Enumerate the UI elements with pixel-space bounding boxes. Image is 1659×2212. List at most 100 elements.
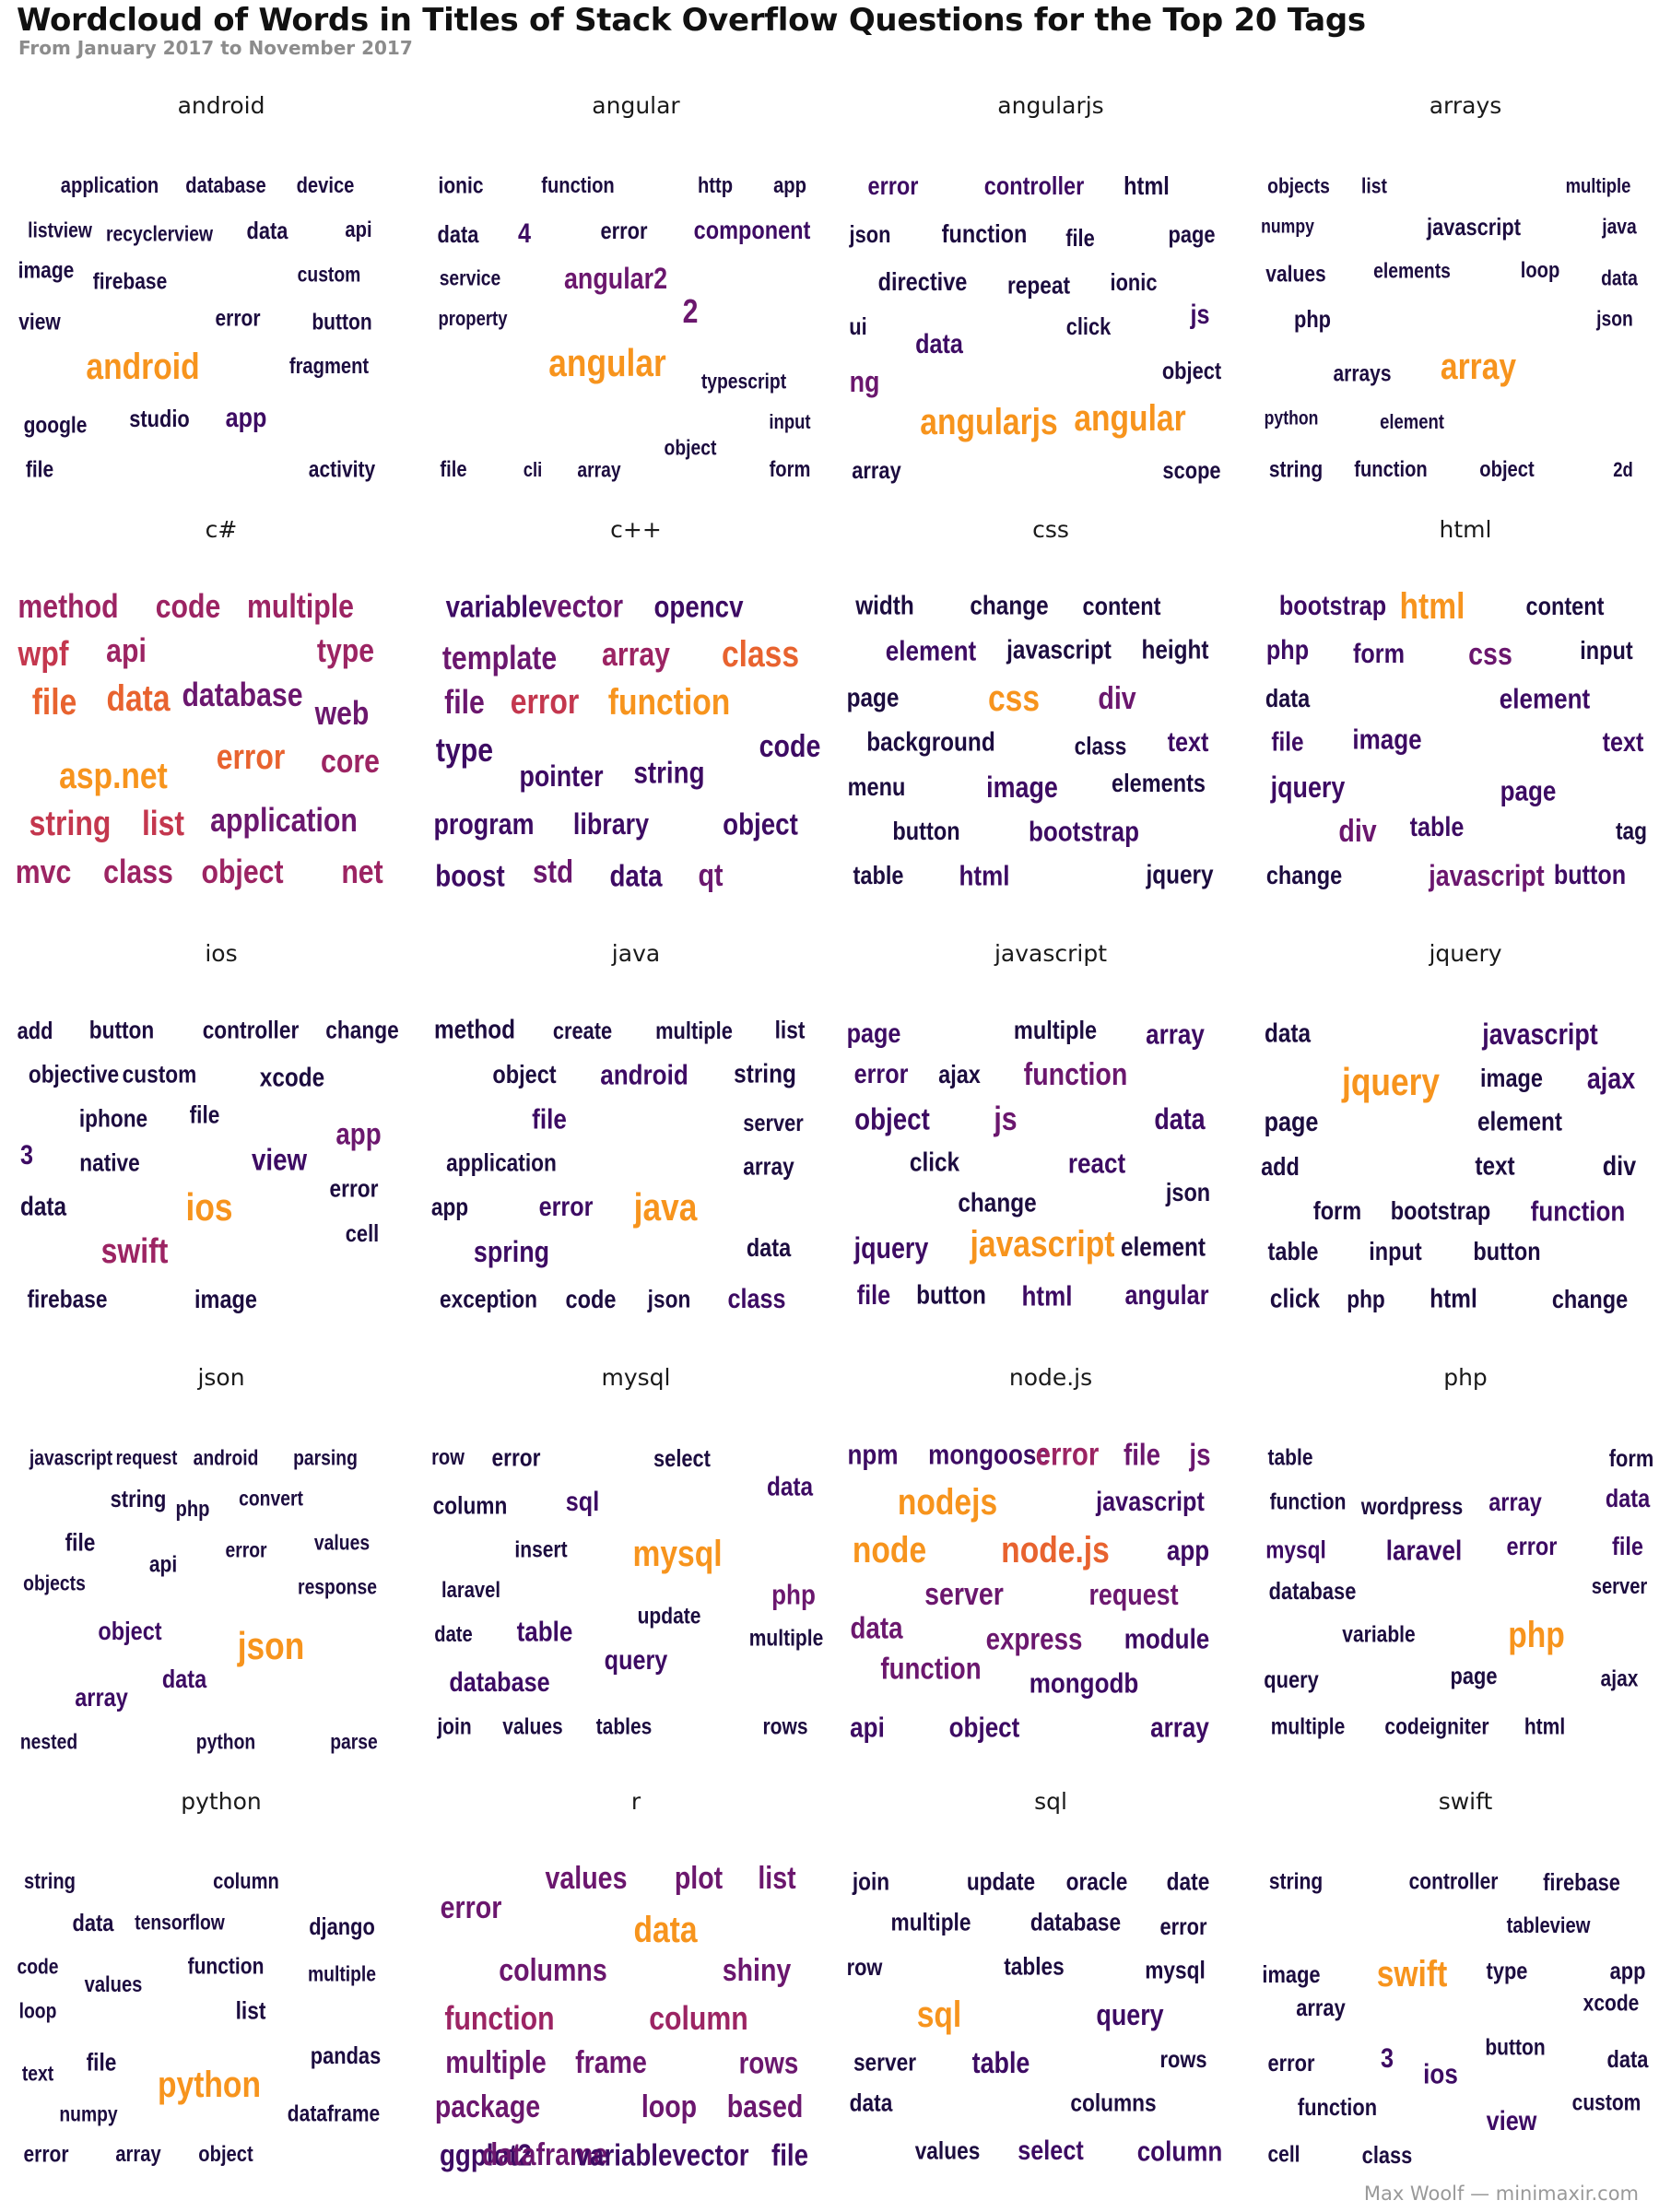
cloud-word: listview [27, 218, 92, 242]
cloud-word: rows [1159, 2045, 1207, 2073]
cloud-word: multiple [890, 1908, 971, 1936]
cloud-word: android [600, 1058, 688, 1091]
cloud-word: typescript [700, 369, 787, 394]
cloud-word: jquery [853, 1231, 929, 1265]
cloud-word: row [846, 1953, 882, 1981]
cloud-word: file [86, 2048, 116, 2077]
cloud-word: button [892, 817, 960, 845]
cloud-word: module [1124, 1622, 1210, 1655]
wordcloud-panel: angular ionic function http app data 4 error com… [429, 83, 843, 507]
cloud-word: input [1368, 1237, 1422, 1265]
cloud-word: js [993, 1100, 1018, 1137]
cloud-word: view [1486, 2106, 1536, 2136]
cloud-word: row [430, 1445, 465, 1470]
cloud-word: property [438, 307, 508, 330]
cloud-word: elements [1372, 258, 1451, 283]
wordcloud-panel: java method create multiple list object androi… [429, 931, 843, 1355]
cloud-word: column [432, 1491, 508, 1520]
cloud-word: data [1265, 1018, 1312, 1049]
cloud-word: mongoose [927, 1438, 1050, 1471]
cloud-word: frame [575, 2045, 647, 2080]
cloud-word: css [1468, 637, 1512, 672]
cloud-word: element [1120, 1232, 1206, 1263]
cloud-word: php [1265, 635, 1309, 665]
cloud-word: class [103, 853, 173, 890]
cloud-word: pandas [310, 2041, 382, 2069]
cloud-word: element [1477, 1107, 1562, 1137]
cloud-word: columns [499, 1953, 607, 1988]
cloud-word: method [433, 1015, 515, 1045]
cloud-word: mysql [1145, 1956, 1206, 1984]
cloud-word: loop [18, 1998, 57, 2023]
cloud-word: page [1168, 220, 1216, 248]
cloud-word: values [914, 2136, 980, 2165]
cloud-word: recyclerview [105, 221, 213, 246]
cloud-word: variable [1341, 1621, 1416, 1648]
cloud-word: mysql [1265, 1535, 1326, 1564]
cloud-word: file [531, 1102, 567, 1135]
cloud-word: form [769, 457, 810, 482]
cloud-word: arrays [1332, 360, 1392, 387]
cloud-word: rows [738, 2045, 799, 2080]
wordcloud-panel: javascript page multiple array error ajax func… [843, 931, 1258, 1355]
cloud-word: package [434, 2089, 541, 2124]
cloud-word: file [440, 457, 467, 482]
cloud-word: tag [1615, 817, 1648, 845]
wordcloud-panel: sql join update oracle date multiple database e… [843, 1779, 1258, 2203]
cloud-word: sql [565, 1487, 599, 1517]
cloud-word: server [1591, 1574, 1647, 1599]
cloud-word: javascript [1096, 1487, 1205, 1517]
wordcloud-panel: mysql row error select data column sql insert my… [429, 1355, 843, 1779]
cloud-word: objective [29, 1060, 120, 1088]
cloud-word: studio [128, 405, 190, 432]
cloud-word: file [1271, 727, 1304, 758]
cloud-word: object [98, 1617, 162, 1645]
cloud-word: array [1440, 347, 1516, 387]
cloud-word: 3 [1380, 2043, 1394, 2074]
cloud-word: multiple [1270, 1713, 1346, 1740]
cloud-word: database [448, 1667, 550, 1698]
cloud-word: shiny [722, 1953, 791, 1988]
cloud-word: activity [308, 456, 375, 483]
cloud-word: php [1507, 1615, 1565, 1655]
cloud-word: application [209, 801, 358, 839]
cloud-word: query [1095, 1998, 1164, 2031]
cloud-word: http [697, 173, 733, 198]
cloud-word: string [1268, 1868, 1324, 1895]
cloud-word: json [1596, 306, 1633, 331]
cloud-word: 2d [1613, 458, 1633, 481]
panel-title: css [1032, 516, 1069, 543]
cloud-word: tableview [1506, 1913, 1591, 1938]
cloud-word: text [21, 2061, 54, 2086]
panel-title: sql [1034, 1788, 1067, 1815]
cloud-word: array [1149, 1711, 1209, 1744]
cloud-word: function [879, 1651, 982, 1686]
cloud-word: join [437, 1713, 472, 1740]
cloud-word: data [850, 1610, 903, 1645]
cloud-word: angular2 [563, 262, 667, 295]
cloud-word: columns [1069, 2088, 1157, 2117]
cloud-word: app [430, 1193, 469, 1221]
cloud-word: html [1123, 171, 1170, 200]
cloud-word: image [985, 771, 1058, 804]
cloud-word: image [1262, 1960, 1321, 1988]
cloud-word: multiple [655, 1017, 733, 1044]
cloud-word: column [1136, 2135, 1222, 2168]
cloud-word: array [1488, 1488, 1542, 1516]
cloud-word: array [1295, 1994, 1346, 2021]
cloud-word: data [914, 329, 963, 359]
cloud-word: image [1351, 723, 1422, 756]
cloud-word: custom [297, 262, 361, 287]
cloud-word: array [115, 2142, 161, 2167]
cloud-word: code [565, 1285, 616, 1313]
cloud-word: firebase [92, 268, 168, 295]
panel-title: r [630, 1788, 641, 1815]
cloud-word: bootstrap [1028, 815, 1140, 848]
cloud-word: values [1265, 261, 1326, 288]
cloud-word: asp.net [59, 756, 168, 796]
cloud-word: numpy [1260, 216, 1314, 238]
cloud-word: class [1074, 732, 1127, 760]
cloud-word: objects [1267, 173, 1330, 198]
cloud-word: data [1600, 265, 1638, 290]
cloud-word: css [987, 678, 1040, 719]
